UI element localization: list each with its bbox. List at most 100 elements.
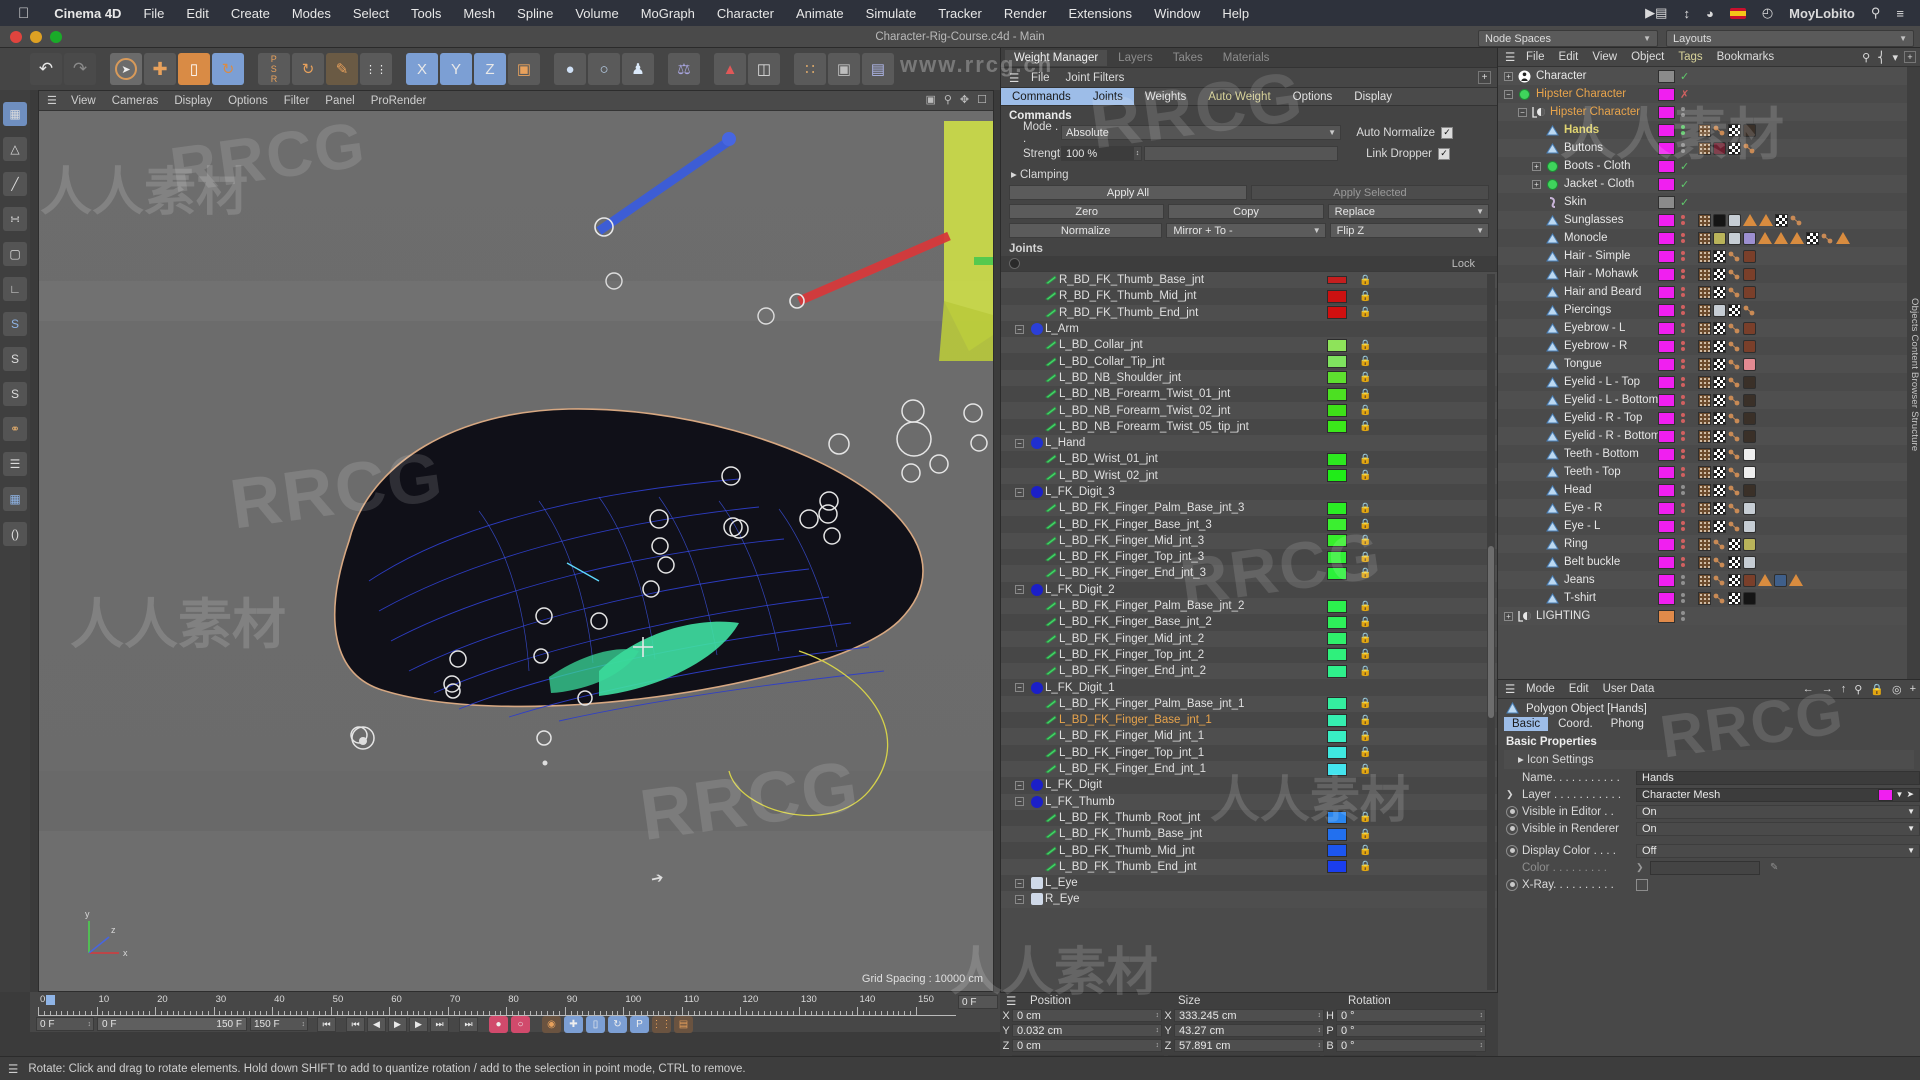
menu-render[interactable]: Render bbox=[993, 6, 1058, 21]
point-level-icon[interactable]: ⋮⋮ bbox=[652, 1015, 672, 1033]
param-key-icon[interactable]: P bbox=[630, 1015, 649, 1033]
texture-tag-icon[interactable] bbox=[1728, 141, 1741, 155]
joint-row[interactable]: R_BD_FK_Thumb_End_jnt 🔒 bbox=[1001, 304, 1497, 321]
lock-z-icon[interactable]: Z bbox=[474, 53, 506, 85]
object-row[interactable]: Monocle bbox=[1498, 229, 1920, 247]
joint-color-swatch[interactable] bbox=[1327, 811, 1347, 825]
texture-tag-icon[interactable] bbox=[1713, 357, 1726, 371]
visibility-dots-icon[interactable] bbox=[1681, 485, 1685, 495]
lock-icon[interactable]: 🔒 bbox=[1870, 683, 1884, 696]
apple-icon[interactable]:  bbox=[18, 5, 29, 22]
material-tag-icon[interactable] bbox=[1743, 285, 1756, 299]
joint-row[interactable]: L_BD_FK_Finger_End_jnt_2 🔒 bbox=[1001, 663, 1497, 680]
radio-icon[interactable] bbox=[1506, 822, 1518, 835]
copy-button[interactable]: Copy bbox=[1168, 204, 1324, 219]
object-row[interactable]: Skin ✓ bbox=[1498, 193, 1920, 211]
object-row[interactable]: Eyelid - L - Bottom bbox=[1498, 391, 1920, 409]
object-row[interactable]: Eyebrow - R bbox=[1498, 337, 1920, 355]
visibility-dots-icon[interactable] bbox=[1681, 143, 1685, 153]
attr-color-field[interactable] bbox=[1650, 860, 1760, 875]
joint-color-swatch[interactable] bbox=[1327, 289, 1347, 303]
enabled-check-icon[interactable]: ✓ bbox=[1680, 160, 1689, 173]
twirl-icon[interactable]: − bbox=[1015, 894, 1024, 904]
texture-tag-icon[interactable] bbox=[1728, 537, 1741, 551]
object-manager-side-tabs[interactable]: Objects Content Browser Structure bbox=[1907, 67, 1920, 679]
scale-key-icon[interactable]: ▯ bbox=[586, 1015, 605, 1033]
joint-row[interactable]: − L_FK_Thumb bbox=[1001, 793, 1497, 810]
connector-tag-icon[interactable] bbox=[1728, 286, 1741, 299]
texture-tag-icon[interactable] bbox=[1728, 303, 1741, 317]
weight-tag-icon[interactable] bbox=[1698, 573, 1711, 587]
rotation-h-input[interactable]: 0 ° ↕ bbox=[1336, 1009, 1486, 1022]
object-layer-swatch[interactable] bbox=[1658, 519, 1675, 533]
connector-tag-icon[interactable] bbox=[1728, 250, 1741, 263]
object-layer-swatch[interactable] bbox=[1658, 159, 1675, 173]
tab-weight-manager[interactable]: Weight Manager bbox=[1005, 49, 1108, 66]
twirl-icon[interactable]: + bbox=[1532, 161, 1541, 171]
lock-icon[interactable]: 🔒 bbox=[1359, 812, 1371, 823]
joint-color-swatch[interactable] bbox=[1327, 632, 1347, 646]
texture-icon[interactable]: ▦ bbox=[3, 102, 27, 126]
joint-row[interactable]: − L_FK_Digit_2 bbox=[1001, 581, 1497, 598]
lock-icon[interactable]: 🔒 bbox=[1359, 568, 1371, 579]
rotate-tool-icon[interactable]: ↻ bbox=[212, 53, 244, 85]
selection-tag-icon[interactable] bbox=[1789, 574, 1803, 586]
lock-icon[interactable]: 🔒 bbox=[1359, 764, 1371, 775]
tab-layers[interactable]: Layers bbox=[1109, 50, 1162, 66]
visibility-dots-icon[interactable] bbox=[1681, 341, 1685, 351]
am-menu-mode[interactable]: Mode bbox=[1526, 683, 1555, 695]
material-tag-icon[interactable] bbox=[1743, 123, 1756, 137]
joint-color-swatch[interactable] bbox=[1327, 371, 1347, 385]
menu-mograph[interactable]: MoGraph bbox=[630, 6, 706, 21]
material-tag-icon[interactable] bbox=[1743, 465, 1756, 479]
mirror-dropdown[interactable]: Mirror + To - ▼ bbox=[1166, 223, 1326, 238]
snap-s-icon[interactable]: S bbox=[3, 312, 27, 336]
selection-tag-icon[interactable] bbox=[1774, 232, 1788, 244]
selection-tag-icon[interactable] bbox=[1836, 232, 1850, 244]
disabled-x-icon[interactable]: ✗ bbox=[1680, 88, 1689, 101]
material-tag-icon[interactable] bbox=[1743, 267, 1756, 281]
weight-tag-icon[interactable] bbox=[1698, 375, 1711, 389]
icon-settings-disclosure[interactable]: ▸ Icon Settings bbox=[1504, 750, 1914, 769]
menu-file[interactable]: File bbox=[132, 6, 175, 21]
connector-tag-icon[interactable] bbox=[1743, 142, 1756, 155]
object-layer-swatch[interactable] bbox=[1658, 303, 1675, 317]
object-layer-swatch[interactable] bbox=[1658, 339, 1675, 353]
back-arrow-icon[interactable]: ← bbox=[1803, 683, 1814, 696]
tab-phong[interactable]: Phong bbox=[1603, 717, 1652, 731]
joint-color-swatch[interactable] bbox=[1327, 404, 1347, 418]
joint-color-swatch[interactable] bbox=[1327, 420, 1347, 434]
link-dropper-checkbox[interactable]: ✓ bbox=[1438, 147, 1450, 160]
menu-select[interactable]: Select bbox=[342, 6, 400, 21]
joint-row[interactable]: L_BD_FK_Finger_Mid_jnt_3 🔒 bbox=[1001, 532, 1497, 550]
weight-tag-icon[interactable] bbox=[1698, 141, 1711, 155]
object-row[interactable]: Tongue bbox=[1498, 355, 1920, 373]
dynamics-icon[interactable]: () bbox=[3, 522, 27, 546]
joint-list[interactable]: R_BD_FK_Thumb_Base_jnt 🔒 R_BD_FK_Thumb_Mid… bbox=[1001, 271, 1497, 992]
om-menu-view[interactable]: View bbox=[1592, 51, 1617, 63]
lock-icon[interactable]: 🔒 bbox=[1359, 731, 1371, 742]
material-tag-icon[interactable] bbox=[1743, 339, 1756, 353]
connector-tag-icon[interactable] bbox=[1728, 268, 1741, 281]
goto-end-icon[interactable]: ⏭ bbox=[459, 1016, 478, 1032]
object-layer-swatch[interactable] bbox=[1658, 87, 1675, 101]
side-tab-content-browser[interactable]: Content Browser bbox=[1909, 335, 1920, 409]
object-layer-swatch[interactable] bbox=[1658, 123, 1675, 137]
lock-icon[interactable]: 🔒 bbox=[1359, 275, 1371, 286]
attr-layer-input[interactable]: Character Mesh ▼ ➤ bbox=[1636, 787, 1920, 802]
viewport-single-view-icon[interactable]: ▣ bbox=[925, 93, 935, 106]
menu-tracker[interactable]: Tracker bbox=[927, 6, 993, 21]
weight-tag-icon[interactable] bbox=[1698, 465, 1711, 479]
zero-button[interactable]: Zero bbox=[1009, 204, 1165, 219]
subtab-weights[interactable]: Weights bbox=[1134, 88, 1197, 105]
lock-icon[interactable]: 🔒 bbox=[1359, 649, 1371, 660]
visibility-dots-icon[interactable] bbox=[1681, 269, 1685, 279]
texture-tag-icon[interactable] bbox=[1713, 519, 1726, 533]
om-menu-bookmarks[interactable]: Bookmarks bbox=[1717, 51, 1775, 63]
position-z-input[interactable]: 0 cm ↕ bbox=[1012, 1039, 1162, 1052]
object-layer-swatch[interactable] bbox=[1658, 177, 1675, 191]
control-center-icon[interactable]: ≡ bbox=[1896, 6, 1904, 21]
radio-icon[interactable] bbox=[1506, 878, 1518, 891]
up-arrow-icon[interactable]: ↑ bbox=[1841, 683, 1847, 696]
menu-edit[interactable]: Edit bbox=[175, 6, 219, 21]
